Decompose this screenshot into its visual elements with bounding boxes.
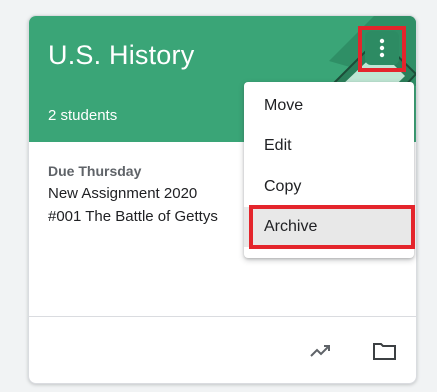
assignment-title-line-1[interactable]: New Assignment 2020: [48, 185, 197, 202]
menu-item-edit[interactable]: Edit: [244, 126, 414, 166]
folder-icon[interactable]: [372, 340, 398, 362]
assignment-title-line-2[interactable]: #001 The Battle of Gettys: [48, 208, 218, 225]
due-label: Due Thursday: [48, 163, 142, 179]
student-count: 2 students: [48, 107, 118, 124]
menu-item-archive[interactable]: Archive: [244, 207, 414, 247]
class-options-menu: Move Edit Copy Archive: [244, 82, 414, 258]
menu-item-copy[interactable]: Copy: [244, 167, 414, 207]
menu-item-move[interactable]: Move: [244, 86, 414, 126]
more-vert-icon: [379, 38, 385, 58]
card-divider: [29, 316, 416, 317]
trending-up-icon[interactable]: [308, 340, 334, 362]
more-options-button[interactable]: [365, 31, 399, 65]
class-title[interactable]: U.S. History: [48, 40, 194, 71]
